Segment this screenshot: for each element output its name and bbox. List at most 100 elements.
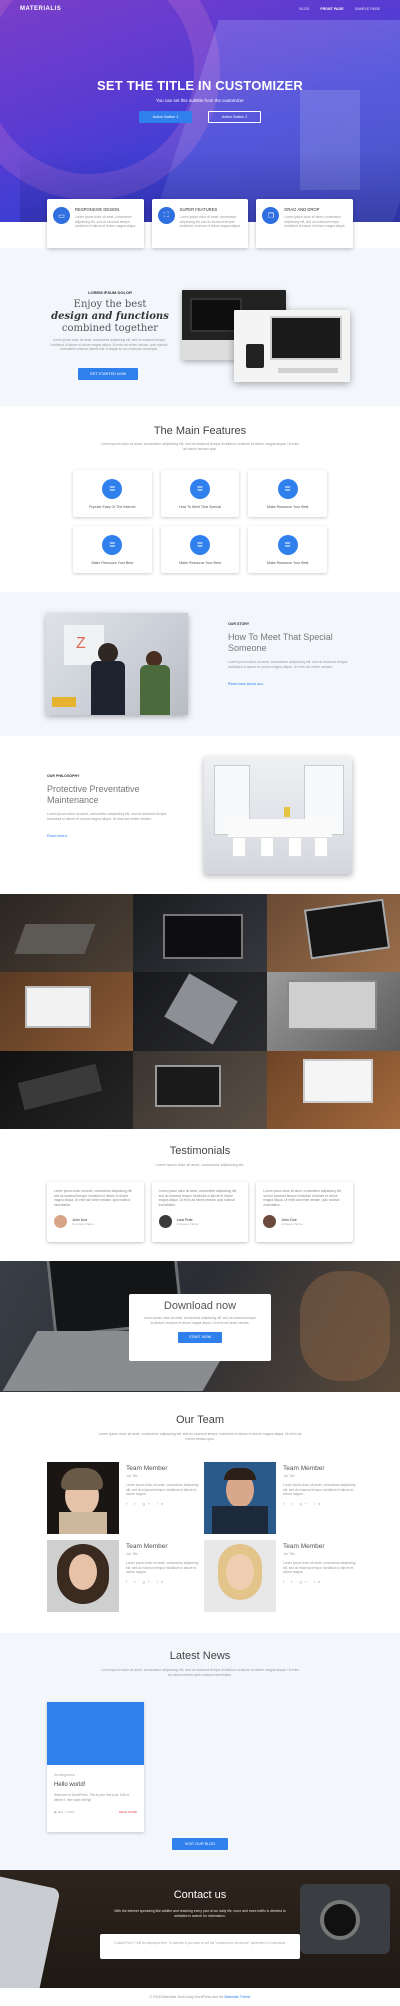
- download-card: Download now Lorem ipsum dolor sit amet,…: [129, 1294, 271, 1361]
- contact-title: Contact us: [173, 1889, 227, 1901]
- gallery-image[interactable]: [0, 1050, 134, 1129]
- gallery-image[interactable]: [133, 1050, 267, 1129]
- story-title: How To Meet That Special Someone: [228, 632, 333, 653]
- news-title: Latest News: [169, 1650, 231, 1662]
- main-feature-card: ≣ Make Resource Your Best: [73, 526, 152, 573]
- main-feature-card: ≣ Popular Easy Of The Internet: [73, 470, 152, 517]
- contact-section: [0, 1870, 400, 1988]
- arrow-right-icon: ▸: [65, 833, 68, 838]
- news-post-card[interactable]: Uncategorized Hello world! Welcome to Wo…: [47, 1702, 144, 1832]
- team-member-photo: [47, 1540, 119, 1612]
- gallery-image[interactable]: [133, 894, 267, 973]
- social-icons[interactable]: f t g+ in: [283, 1501, 358, 1506]
- main-features-subtitle: Lorem ipsum dolor sit amet, consectetur …: [100, 442, 300, 451]
- main-features-grid: ≣ Popular Easy Of The Internet ≣ How To Me…: [73, 470, 327, 573]
- testimonial-card: Lorem ipsum dolor sit amet, consectetur …: [151, 1182, 249, 1242]
- intro-body: Lorem ipsum dolor sit amet, consectetur …: [50, 338, 168, 352]
- calendar-icon: ▣: [54, 1810, 57, 1815]
- visit-blog-button[interactable]: VISIT OUR BLOG: [172, 1838, 228, 1850]
- social-icons[interactable]: f t g+ in: [283, 1579, 358, 1584]
- intro-title: Enjoy the best design and functions comb…: [51, 299, 169, 334]
- team-member-photo: [47, 1462, 119, 1534]
- theme-link[interactable]: Materialis Theme: [224, 1995, 250, 1999]
- contact-form-placeholder: Contact Form 7 will be displayed here. T…: [100, 1934, 300, 1959]
- team-member-photo: [204, 1462, 276, 1534]
- social-icons[interactable]: f t g+ in: [126, 1579, 201, 1584]
- top-navbar: MATERIALIS BLOG FRONT PAGE SAMPLE PAGE: [0, 0, 400, 18]
- read-more-about-us-link[interactable]: Read more about us ▸: [228, 682, 348, 686]
- news-subtitle: Lorem ipsum dolor sit amet, consectetur …: [100, 1668, 300, 1677]
- story-kicker: OUR STORY: [228, 622, 250, 626]
- database-icon: ≣: [189, 478, 210, 499]
- philosophy-title: Protective Preventative Maintenance: [47, 784, 140, 805]
- site-logo[interactable]: MATERIALIS: [20, 6, 61, 12]
- hero-action-button-2[interactable]: Action Button 2: [208, 111, 261, 123]
- philosophy-kicker: OUR PHILOSOPHY: [47, 774, 80, 778]
- team-member-card: Team Member Job Title Lorem ipsum dolor si…: [204, 1540, 360, 1612]
- feature-card: ❐ DRAG AND DROP Lorem ipsum dolor sit am…: [256, 199, 354, 248]
- gallery-image[interactable]: [266, 972, 400, 1051]
- feature-body: Lorem ipsum dolor sit amet, consectetur …: [75, 215, 136, 229]
- gallery-image[interactable]: [133, 972, 267, 1051]
- main-feature-card: ≣ Make Resource Your Best: [160, 526, 240, 573]
- gallery-image[interactable]: [266, 1050, 400, 1129]
- layers-icon: ❐: [262, 207, 280, 224]
- avatar: [263, 1215, 277, 1229]
- menu-item-sample-page[interactable]: SAMPLE PAGE: [355, 7, 380, 11]
- main-menu: BLOG FRONT PAGE SAMPLE PAGE: [299, 7, 380, 11]
- hero-action-button-1[interactable]: Action Button 1: [139, 111, 192, 123]
- testimonial-card: Lorem ipsum dolor sit amet, consectetur …: [256, 1182, 354, 1242]
- feature-cards: ▭ RESPONSIVE DESIGN Lorem ipsum dolor si…: [47, 199, 354, 248]
- database-icon: ≣: [102, 534, 123, 555]
- story-photo: Z: [46, 613, 188, 715]
- photo-gallery: [0, 894, 400, 1129]
- testimonials-title: Testimonials: [169, 1145, 231, 1157]
- read-more-link[interactable]: Read more ▸: [47, 834, 175, 838]
- social-icons[interactable]: f t g+ in: [126, 1501, 201, 1506]
- post-excerpt: Welcome to WordPress. This is your first…: [54, 1793, 130, 1802]
- hero-subtitle: You can set this subtitle from the custo…: [156, 98, 244, 103]
- feature-card: ⛶ SUPER FEATURES Lorem ipsum dolor sit a…: [151, 199, 249, 248]
- download-title: Download now: [163, 1300, 237, 1312]
- team-member-photo: [204, 1540, 276, 1612]
- feature-title: DRAG AND DROP: [284, 207, 320, 212]
- testimonial-card: Lorem ipsum dolor sit amet, consectetur …: [47, 1182, 144, 1242]
- get-started-button[interactable]: GET STARTED NOW: [78, 368, 138, 380]
- main-feature-card: ≣ Make Resource Your Best: [248, 526, 327, 573]
- monitor-icon: ▭: [53, 207, 70, 224]
- testimonials-subtitle: Lorem ipsum dolor sit amet, consectetur …: [155, 1163, 245, 1167]
- testimonial-cards: Lorem ipsum dolor sit amet, consectetur …: [47, 1182, 354, 1242]
- desk-photo-light: [234, 310, 350, 382]
- post-date: ▣ May 7, 2018: [54, 1810, 75, 1815]
- story-body: Lorem ipsum dolor sit amet, consectetur …: [228, 660, 348, 669]
- main-features-title: The Main Features: [153, 425, 247, 437]
- team-subtitle: Lorem ipsum dolor sit amet, consectetur …: [98, 1432, 302, 1441]
- office-photo: [204, 757, 352, 874]
- team-member-card: Team Member Job Title Lorem ipsum dolor si…: [204, 1462, 360, 1534]
- feature-body: Lorem ipsum dolor sit amet, consectetur …: [179, 215, 241, 229]
- post-category[interactable]: Uncategorized: [54, 1773, 137, 1777]
- post-title[interactable]: Hello world!: [54, 1782, 137, 1788]
- menu-item-blog[interactable]: BLOG: [299, 7, 309, 11]
- arrow-right-icon: ▸: [261, 681, 264, 686]
- menu-item-front-page[interactable]: FRONT PAGE: [320, 7, 343, 11]
- main-feature-card: ≣ Make Resource Your Best: [248, 470, 327, 517]
- expand-icon: ⛶: [157, 207, 175, 224]
- feature-body: Lorem ipsum dolor sit amet, consectetur …: [284, 215, 346, 229]
- gallery-image[interactable]: [0, 894, 134, 973]
- feature-card: ▭ RESPONSIVE DESIGN Lorem ipsum dolor si…: [47, 199, 144, 248]
- gallery-image[interactable]: [266, 894, 400, 973]
- read-more-post-link[interactable]: READ MORE: [119, 1810, 137, 1814]
- main-feature-card: ≣ How To Meet That Special: [160, 470, 240, 517]
- team-member-card: Team Member Job Title Lorem ipsum dolor si…: [47, 1540, 203, 1612]
- footer: © 2018 Materialis. Built using WordPress…: [0, 1988, 400, 2006]
- database-icon: ≣: [189, 534, 210, 555]
- philosophy-body: Lorem ipsum dolor sit amet, consectetur …: [47, 812, 167, 821]
- team-title: Our Team: [175, 1414, 225, 1426]
- database-icon: ≣: [102, 478, 123, 499]
- start-now-button[interactable]: START NOW: [178, 1331, 222, 1343]
- database-icon: ≣: [277, 478, 298, 499]
- feature-title: RESPONSIVE DESIGN: [75, 207, 120, 212]
- gallery-image[interactable]: [0, 972, 134, 1051]
- avatar: [54, 1215, 67, 1229]
